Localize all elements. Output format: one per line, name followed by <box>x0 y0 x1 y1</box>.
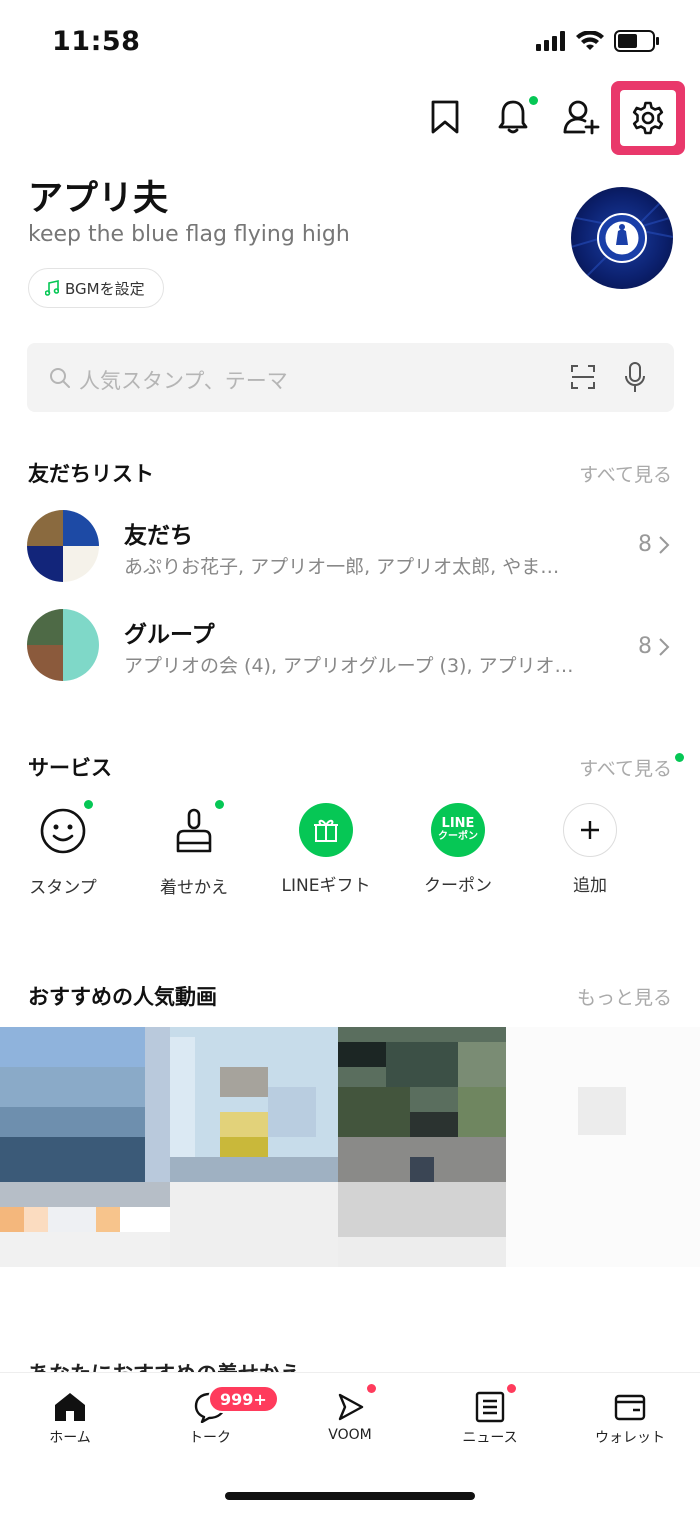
qr-scan-icon[interactable] <box>571 365 595 389</box>
search-icon <box>50 368 70 388</box>
signal-icon <box>536 31 565 51</box>
profile-avatar[interactable] <box>571 187 673 289</box>
notifications-button[interactable] <box>488 92 538 142</box>
new-dot <box>215 800 224 809</box>
service-coupon[interactable]: LINE クーポン クーポン <box>398 803 518 896</box>
voom-icon <box>338 1393 364 1421</box>
wifi-icon <box>576 31 604 50</box>
status-time: 11:58 <box>52 26 141 57</box>
plus-icon <box>563 803 617 857</box>
friends-section-title: 友だちリスト <box>28 462 154 486</box>
bell-icon <box>498 100 528 134</box>
videos-section-title: おすすめの人気動画 <box>28 985 217 1009</box>
tab-label: ホーム <box>49 1430 91 1446</box>
groups-row-subtitle: アプリオの会 (4), アプリオグループ (3), アプリオ… <box>124 655 574 677</box>
tab-news[interactable]: ニュース <box>440 1391 540 1447</box>
keep-bookmark-button[interactable] <box>420 92 470 142</box>
smiley-icon <box>35 800 93 859</box>
service-sticker[interactable]: スタンプ <box>3 800 123 898</box>
service-label: スタンプ <box>29 878 97 898</box>
tab-voom[interactable]: VOOM <box>300 1391 400 1443</box>
coupon-icon-line: LINE <box>441 816 475 831</box>
video-thumbnail-1 <box>0 1027 170 1267</box>
groups-row-title: グループ <box>124 622 215 648</box>
service-add[interactable]: 追加 <box>530 803 650 896</box>
unread-chats-badge: 999+ <box>208 1385 279 1413</box>
new-dot <box>84 800 93 809</box>
set-bgm-button[interactable]: BGMを設定 <box>28 268 164 308</box>
groups-row[interactable]: グループ アプリオの会 (4), アプリオグループ (3), アプリオ… 8 <box>0 606 700 686</box>
groups-thumbnail <box>27 609 99 681</box>
voom-new-dot <box>367 1384 376 1393</box>
friends-row-count: 8 <box>638 532 670 557</box>
news-new-dot <box>507 1384 516 1393</box>
tab-label: VOOM <box>328 1427 372 1443</box>
service-label: 追加 <box>573 876 607 896</box>
friends-row[interactable]: 友だち あぷりお花子, アプリオ一郎, アプリオ太郎, やま… 8 <box>0 508 700 588</box>
notification-dot <box>529 96 538 105</box>
profile-name[interactable]: アプリ夫 <box>28 170 168 221</box>
groups-count: 8 <box>638 634 652 659</box>
friends-row-subtitle: あぷりお花子, アプリオ一郎, アプリオ太郎, やま… <box>124 556 560 578</box>
services-new-dot <box>675 753 684 762</box>
tab-label: ニュース <box>462 1430 518 1446</box>
search-placeholder: 人気スタンプ、テーマ <box>79 369 288 393</box>
gift-icon <box>299 803 353 857</box>
video-thumbnail-4 <box>506 1027 700 1267</box>
coupon-icon: LINE クーポン <box>431 803 485 857</box>
bookmark-icon <box>431 100 459 134</box>
club-crest-icon <box>571 196 673 283</box>
friends-thumbnail <box>27 510 99 582</box>
pixelated-video-previews <box>0 1027 700 1267</box>
videos-see-more-link[interactable]: もっと見る <box>577 983 672 1010</box>
services-see-all-link[interactable]: すべて見る <box>579 754 672 781</box>
service-label: 着せかえ <box>160 878 228 898</box>
home-icon <box>55 1393 85 1421</box>
tab-label: ウォレット <box>595 1430 665 1446</box>
service-label: クーポン <box>424 876 492 896</box>
settings-highlight <box>611 81 685 155</box>
brush-icon <box>166 800 224 859</box>
profile-status-message[interactable]: keep the blue flag flying high <box>28 222 350 247</box>
status-icons <box>536 30 660 52</box>
bgm-label: BGMを設定 <box>65 279 145 298</box>
home-indicator[interactable] <box>225 1492 475 1500</box>
services-section-title: サービス <box>28 756 112 780</box>
tab-label: トーク <box>189 1430 231 1446</box>
search-bar[interactable]: 人気スタンプ、テーマ <box>27 343 674 412</box>
friends-row-title: 友だち <box>124 523 193 549</box>
service-theme[interactable]: 着せかえ <box>134 800 254 898</box>
news-icon <box>475 1391 505 1423</box>
add-friend-button[interactable] <box>556 92 606 142</box>
tab-wallet[interactable]: ウォレット <box>580 1391 680 1447</box>
friends-see-all-link[interactable]: すべて見る <box>579 460 672 487</box>
add-friend-icon <box>563 100 600 135</box>
video-thumbnail-2 <box>170 1027 338 1267</box>
video-thumbnail-3 <box>338 1027 506 1267</box>
microphone-icon[interactable] <box>624 362 646 394</box>
gear-icon <box>632 101 664 135</box>
friends-count: 8 <box>638 532 652 557</box>
chevron-right-icon <box>659 637 670 656</box>
service-label: LINEギフト <box>281 876 371 896</box>
battery-icon <box>614 30 659 52</box>
service-line-gift[interactable]: LINEギフト <box>266 803 386 896</box>
coupon-icon-text: クーポン <box>438 831 478 842</box>
tab-home[interactable]: ホーム <box>20 1391 120 1447</box>
wallet-icon <box>614 1394 646 1421</box>
groups-row-count: 8 <box>638 634 670 659</box>
video-thumbnails[interactable] <box>0 1027 700 1276</box>
settings-button[interactable] <box>620 90 676 146</box>
chevron-right-icon <box>659 535 670 554</box>
music-note-icon <box>45 280 59 296</box>
